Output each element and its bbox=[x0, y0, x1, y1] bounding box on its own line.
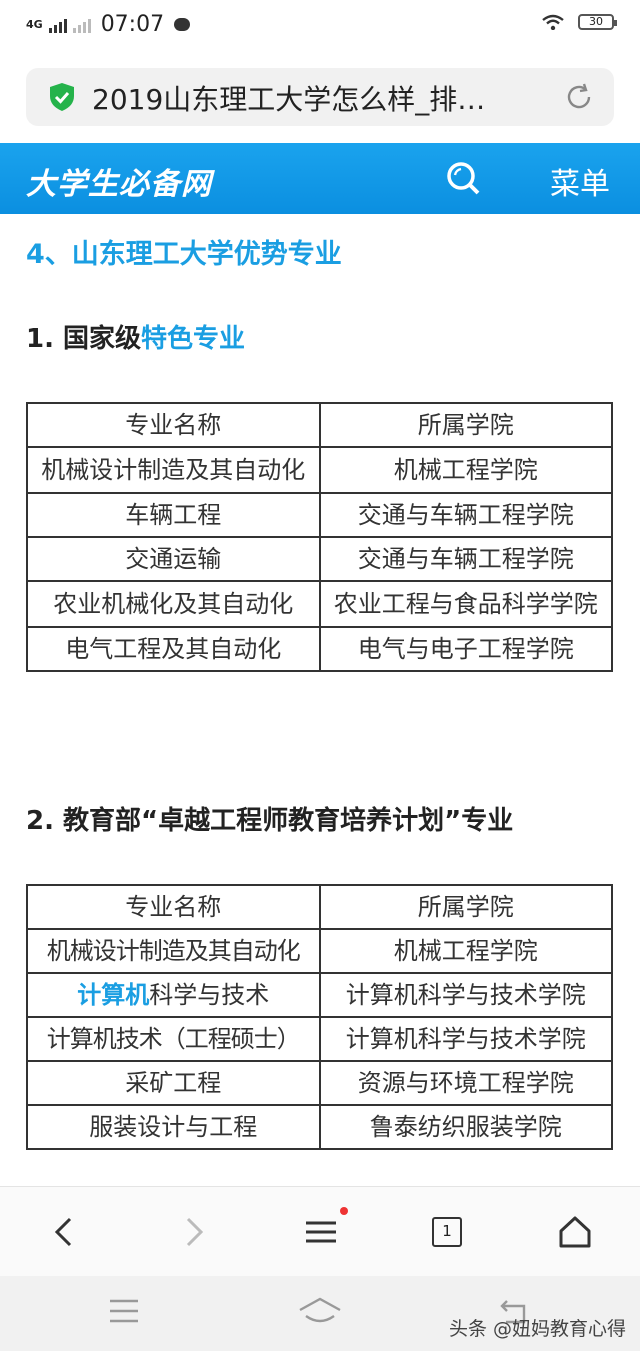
table-cell: 计算机科学与技术学院 bbox=[318, 1016, 613, 1062]
network-type: 4G bbox=[26, 17, 43, 31]
table-cell: 采矿工程 bbox=[26, 1060, 321, 1106]
table-row: 车辆工程 交通与车辆工程学院 bbox=[26, 492, 613, 538]
header-cell: 专业名称 bbox=[26, 884, 321, 930]
forward-icon[interactable] bbox=[176, 1215, 210, 1249]
clock: 07:07 bbox=[100, 12, 165, 37]
table-cell: 农业机械化及其自动化 bbox=[26, 580, 321, 628]
signal-2-icon bbox=[72, 17, 91, 33]
menu-button[interactable]: 菜单 bbox=[550, 159, 610, 203]
table-cell: 计算机科学与技术学院 bbox=[318, 972, 613, 1018]
reload-icon[interactable] bbox=[564, 82, 594, 112]
featured-major-link[interactable]: 特色专业 bbox=[141, 324, 245, 354]
table-cell: 交通运输 bbox=[26, 536, 321, 582]
header-cell: 所属学院 bbox=[318, 884, 613, 930]
chat-icon bbox=[174, 18, 191, 31]
table-cell: 机械设计制造及其自动化 bbox=[26, 446, 321, 494]
table-cell: 资源与环境工程学院 bbox=[318, 1060, 613, 1106]
table-cell: 机械设计制造及其自动化 bbox=[26, 928, 321, 974]
table-row: 计算机科学与技术 计算机科学与技术学院 bbox=[26, 972, 613, 1018]
header-cell: 专业名称 bbox=[26, 402, 321, 448]
table-row: 农业机械化及其自动化 农业工程与食品科学学院 bbox=[26, 580, 613, 628]
notification-dot bbox=[340, 1207, 348, 1215]
cell-text: 科学与技术 bbox=[149, 981, 270, 1009]
table-row: 机械设计制造及其自动化 机械工程学院 bbox=[26, 928, 613, 974]
page-title: 2019山东理工大学怎么样_排… bbox=[92, 83, 486, 116]
section-title: 4、山东理工大学优势专业 bbox=[26, 239, 342, 270]
table-cell: 交通与车辆工程学院 bbox=[318, 492, 613, 538]
site-logo[interactable]: 大学生必备网 bbox=[26, 159, 212, 203]
table-row: 服装设计与工程 鲁泰纺织服装学院 bbox=[26, 1104, 613, 1150]
table-cell: 计算机技术（工程硕士） bbox=[26, 1016, 321, 1062]
table-cell: 交通与车辆工程学院 bbox=[318, 536, 613, 582]
table-cell: 车辆工程 bbox=[26, 492, 321, 538]
subsection-title-1: 1. 国家级特色专业 bbox=[26, 318, 245, 355]
menu-icon[interactable] bbox=[304, 1215, 338, 1249]
table-cell: 计算机科学与技术 bbox=[26, 972, 321, 1018]
back-icon[interactable] bbox=[48, 1215, 82, 1249]
status-bar: 4G 07:07 30 bbox=[0, 0, 640, 52]
table-cell: 鲁泰纺织服装学院 bbox=[318, 1104, 613, 1150]
table-row: 机械设计制造及其自动化 机械工程学院 bbox=[26, 446, 613, 494]
address-bar[interactable]: 2019山东理工大学怎么样_排… bbox=[26, 68, 614, 126]
computer-link[interactable]: 计算机 bbox=[77, 981, 149, 1009]
subsection-prefix: 1. 国家级 bbox=[26, 324, 142, 354]
national-majors-table: 专业名称 所属学院 机械设计制造及其自动化 机械工程学院 车辆工程 交通与车辆工… bbox=[26, 402, 613, 672]
shield-icon bbox=[50, 83, 74, 111]
table-cell: 电气与电子工程学院 bbox=[318, 626, 613, 672]
home-icon[interactable] bbox=[558, 1215, 592, 1249]
battery-icon: 30 bbox=[578, 14, 617, 30]
tabs-button[interactable]: 1 bbox=[432, 1217, 462, 1247]
header-cell: 所属学院 bbox=[318, 402, 613, 448]
recent-apps-icon[interactable] bbox=[108, 1298, 140, 1324]
system-nav-bar: 头条 @妞妈教育心得 bbox=[0, 1276, 640, 1351]
search-icon[interactable] bbox=[446, 161, 480, 195]
site-header: 大学生必备网 菜单 bbox=[0, 143, 640, 214]
table-row: 交通运输 交通与车辆工程学院 bbox=[26, 536, 613, 582]
table-cell: 电气工程及其自动化 bbox=[26, 626, 321, 672]
table-cell: 机械工程学院 bbox=[318, 928, 613, 974]
browser-toolbar: 1 bbox=[0, 1186, 640, 1277]
table-row: 采矿工程 资源与环境工程学院 bbox=[26, 1060, 613, 1106]
subsection-title-2: 2. 教育部“卓越工程师教育培养计划”专业 bbox=[26, 806, 514, 836]
table-cell: 农业工程与食品科学学院 bbox=[318, 580, 613, 628]
table-header-row: 专业名称 所属学院 bbox=[26, 884, 613, 930]
table-row: 计算机技术（工程硕士） 计算机科学与技术学院 bbox=[26, 1016, 613, 1062]
excellence-majors-table: 专业名称 所属学院 机械设计制造及其自动化 机械工程学院 计算机科学与技术 计算… bbox=[26, 884, 613, 1150]
wifi-icon bbox=[542, 14, 564, 30]
table-cell: 机械工程学院 bbox=[318, 446, 613, 494]
home-nav-icon[interactable] bbox=[298, 1296, 342, 1326]
signal-icon bbox=[48, 17, 67, 33]
table-row: 电气工程及其自动化 电气与电子工程学院 bbox=[26, 626, 613, 672]
watermark: 头条 @妞妈教育心得 bbox=[448, 1318, 626, 1340]
table-header-row: 专业名称 所属学院 bbox=[26, 402, 613, 448]
table-cell: 服装设计与工程 bbox=[26, 1104, 321, 1150]
